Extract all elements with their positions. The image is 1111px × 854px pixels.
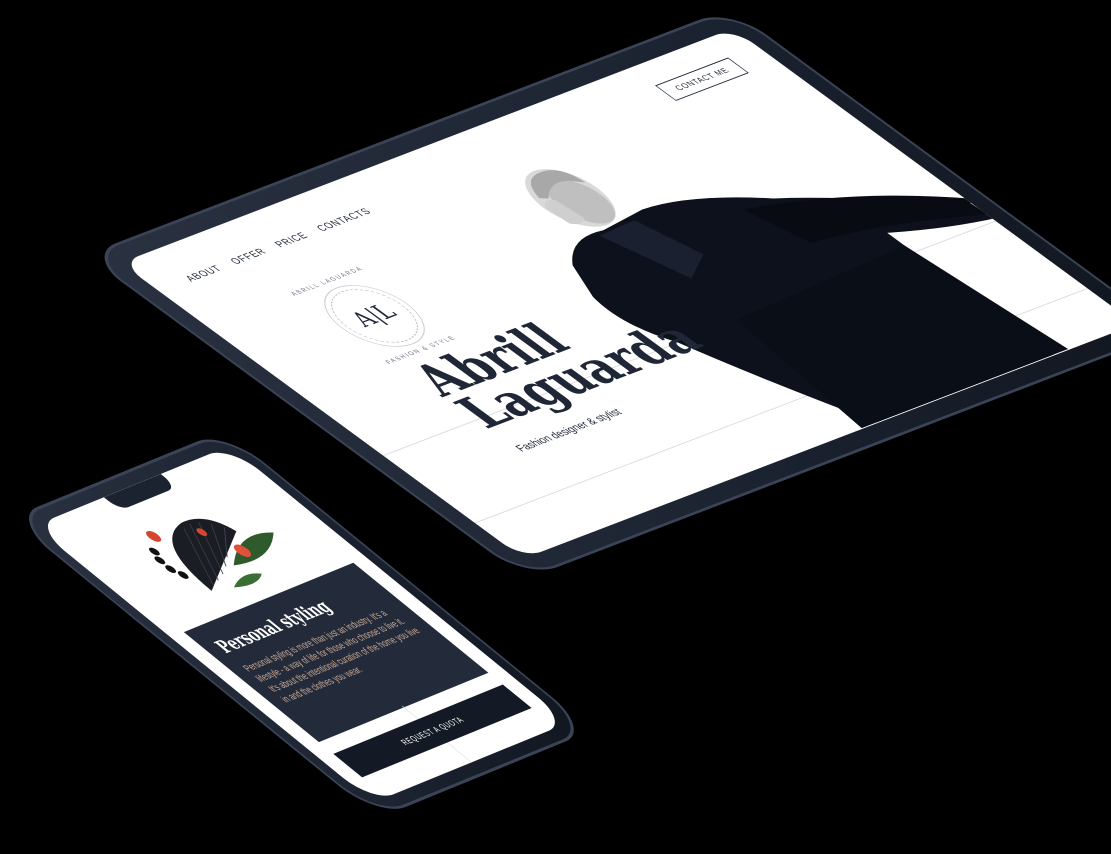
phone-notch <box>103 473 177 511</box>
nav-item-price[interactable]: PRICE <box>272 231 311 250</box>
device-mockup-stage: ABOUT OFFER PRICE CONTACTS CONTACT ME A|… <box>0 0 1111 854</box>
logo-ring <box>313 280 436 352</box>
nav-item-about[interactable]: ABOUT <box>183 264 225 284</box>
brand-logo[interactable]: A|L ABRILL LAGUARDA FASHION & STYLE <box>290 266 458 365</box>
nav-item-contacts[interactable]: CONTACTS <box>314 207 374 234</box>
nav-item-offer[interactable]: OFFER <box>228 247 270 267</box>
